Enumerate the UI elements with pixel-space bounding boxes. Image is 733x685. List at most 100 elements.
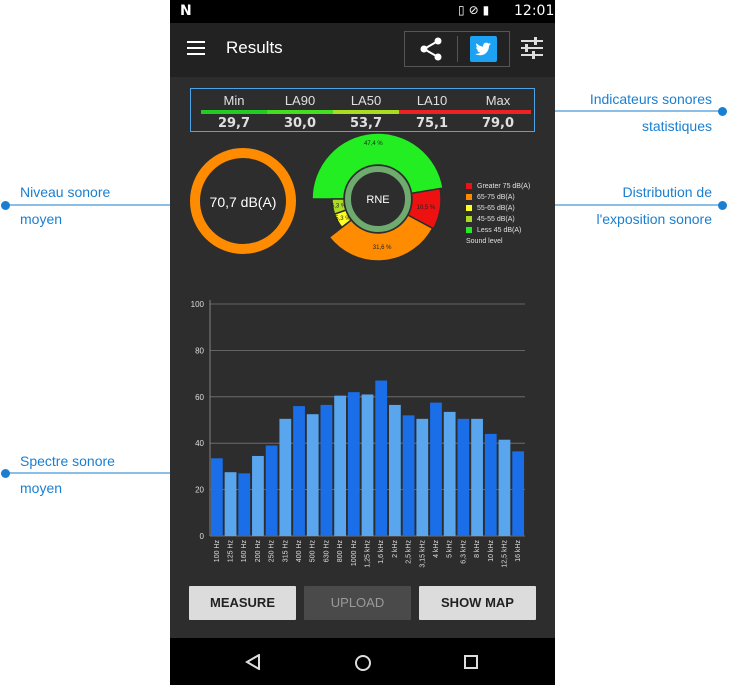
share-icon[interactable] — [416, 37, 446, 61]
x-tick-label: 6,3 kHz — [460, 540, 467, 564]
spectrum-bar — [210, 458, 223, 536]
spectrum-bar — [334, 395, 346, 536]
measure-button[interactable]: MEASURE — [189, 586, 296, 620]
x-tick-label: 12,5 kHz — [501, 540, 508, 568]
stat-la10: LA10 75,1 — [399, 93, 465, 131]
x-tick-label: 630 Hz — [323, 540, 330, 563]
legend-label: 45-55 dB(A) — [477, 216, 515, 223]
spectrum-bar — [306, 414, 319, 536]
legend-label: Greater 75 dB(A) — [477, 183, 531, 190]
x-tick-label: 16 kHz — [515, 540, 522, 562]
pie-center-label: RNE — [366, 194, 389, 206]
x-tick-label: 10 kHz — [488, 540, 495, 562]
spectrum-bar — [347, 392, 360, 536]
annotation-dot-average — [1, 201, 10, 210]
status-icons: ▯⊘▮ — [458, 3, 494, 17]
twitter-icon[interactable] — [470, 36, 497, 62]
phone-screen: N ▯⊘▮ 12:01 Results Min 29,7 LA90 30,0 L… — [170, 0, 555, 685]
back-icon[interactable] — [245, 654, 261, 670]
spectrum-bar — [471, 418, 483, 536]
stat-label: LA90 — [284, 93, 316, 108]
x-tick-label: 8 kHz — [474, 540, 481, 558]
annotation-average: Niveau sonore moyen — [20, 184, 111, 227]
stat-label: LA50 — [350, 93, 382, 108]
annotation-distribution: Distribution de l'exposition sonore — [596, 184, 712, 227]
stat-value: 75,1 — [415, 116, 449, 131]
legend-item: Less 45 dB(A) — [466, 225, 530, 236]
spectrum-bar — [389, 404, 401, 536]
legend-item: Greater 75 dB(A) — [466, 181, 530, 192]
legend-title: Sound level — [466, 238, 503, 245]
spectrum-bar — [512, 451, 525, 536]
x-tick-label: 2,5 kHz — [406, 540, 413, 564]
stat-min: Min 29,7 — [201, 93, 267, 131]
spectrum-bar — [498, 439, 511, 536]
pie-slice-label: 5,3 % — [335, 216, 351, 222]
legend-label: 55-65 dB(A) — [477, 205, 515, 212]
x-tick-label: 200 Hz — [255, 540, 262, 563]
y-tick-label: 20 — [195, 486, 204, 495]
stat-color-bar — [399, 110, 465, 114]
spectrum-bar — [430, 402, 442, 536]
legend-item: 65-75 dB(A) — [466, 192, 530, 203]
average-spectrum-chart: 0 20 40 60 80 100 100 Hz 125 Hz 160 Hz 200 Hz 250 … — [191, 300, 525, 568]
x-tick-label: 315 Hz — [282, 540, 289, 563]
spectrum-bar — [238, 473, 251, 536]
app-bar: Results — [170, 23, 555, 77]
x-tick-label: 3,15 kHz — [419, 540, 426, 568]
x-tick-label: 4 kHz — [433, 540, 440, 558]
x-tick-label: 2 kHz — [392, 540, 399, 558]
x-tick-label: 250 Hz — [269, 540, 276, 563]
x-tick-label: 1,25 kHz — [365, 540, 372, 568]
recents-icon[interactable] — [464, 655, 478, 669]
stat-color-bar — [201, 110, 267, 114]
legend-item: 55-65 dB(A) — [466, 203, 530, 214]
notification-icon: N — [180, 3, 192, 19]
legend-item: 45-55 dB(A) — [466, 214, 530, 225]
x-tick-label: 125 Hz — [228, 540, 235, 563]
status-time: 12:01 — [514, 3, 555, 19]
annotation-dot-indicators — [718, 107, 727, 116]
stat-value: 30,0 — [283, 116, 317, 131]
x-tick-label: 1,6 kHz — [378, 540, 385, 564]
spectrum-bar — [402, 415, 415, 536]
x-tick-label: 100 Hz — [214, 540, 221, 563]
pie-slice-label: 47,4 % — [364, 141, 383, 147]
stat-label: Min — [223, 93, 245, 108]
y-tick-label: 40 — [195, 439, 204, 448]
stat-value: 79,0 — [481, 116, 515, 131]
stat-la90: LA90 30,0 — [267, 93, 333, 131]
y-tick-label: 0 — [200, 532, 205, 541]
stat-value: 29,7 — [217, 116, 251, 131]
stat-label: LA10 — [416, 93, 448, 108]
annotation-indicators: Indicateurs sonores statistiques — [589, 91, 712, 134]
stat-max: Max 79,0 — [465, 93, 531, 131]
spectrum-bar — [279, 418, 292, 536]
stat-color-bar — [333, 110, 399, 114]
show-map-button[interactable]: SHOW MAP — [419, 586, 536, 620]
spectrum-bar — [265, 445, 278, 536]
pie-slice-label: 10,5 % — [417, 205, 436, 211]
spectrum-bar — [484, 433, 497, 536]
x-tick-label: 160 Hz — [241, 540, 248, 563]
annotation-spectrum: Spectre sonore moyen — [20, 453, 115, 496]
equalizer-icon[interactable] — [520, 37, 544, 59]
spectrum-bar — [457, 418, 470, 536]
pie-slice-label: 31,6 % — [373, 245, 392, 251]
average-level-ring: 70,7 dB(A) — [190, 148, 296, 254]
home-icon[interactable] — [354, 654, 372, 672]
statistical-indicators: Min 29,7 LA90 30,0 LA50 53,7 LA10 75,1 M… — [190, 88, 535, 132]
average-level-value: 70,7 dB(A) — [209, 194, 277, 210]
spectrum-bar — [320, 404, 333, 536]
spectrum-bar — [416, 418, 429, 536]
legend-label: Less 45 dB(A) — [477, 227, 522, 234]
stat-label: Max — [485, 93, 511, 108]
stat-la50: LA50 53,7 — [333, 93, 399, 131]
exposure-distribution-chart: 47,4 % 10,5 % 31,6 % 5,3 % 5,3 % RNE — [311, 132, 444, 262]
spectrum-bar — [293, 406, 305, 536]
y-tick-label: 80 — [195, 346, 204, 355]
stat-color-bar — [465, 110, 531, 114]
upload-button[interactable]: UPLOAD — [304, 586, 411, 620]
spectrum-bar — [375, 380, 388, 536]
menu-icon[interactable] — [187, 41, 205, 55]
